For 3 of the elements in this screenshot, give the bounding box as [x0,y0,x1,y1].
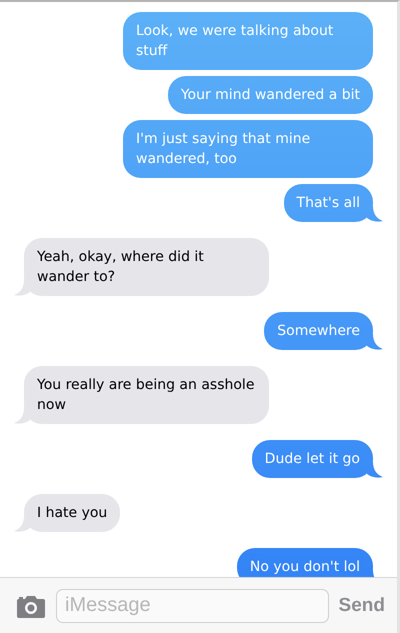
send-button[interactable]: Send [338,594,385,616]
message-input-field[interactable]: iMessage [56,588,329,622]
camera-icon[interactable] [16,594,46,618]
